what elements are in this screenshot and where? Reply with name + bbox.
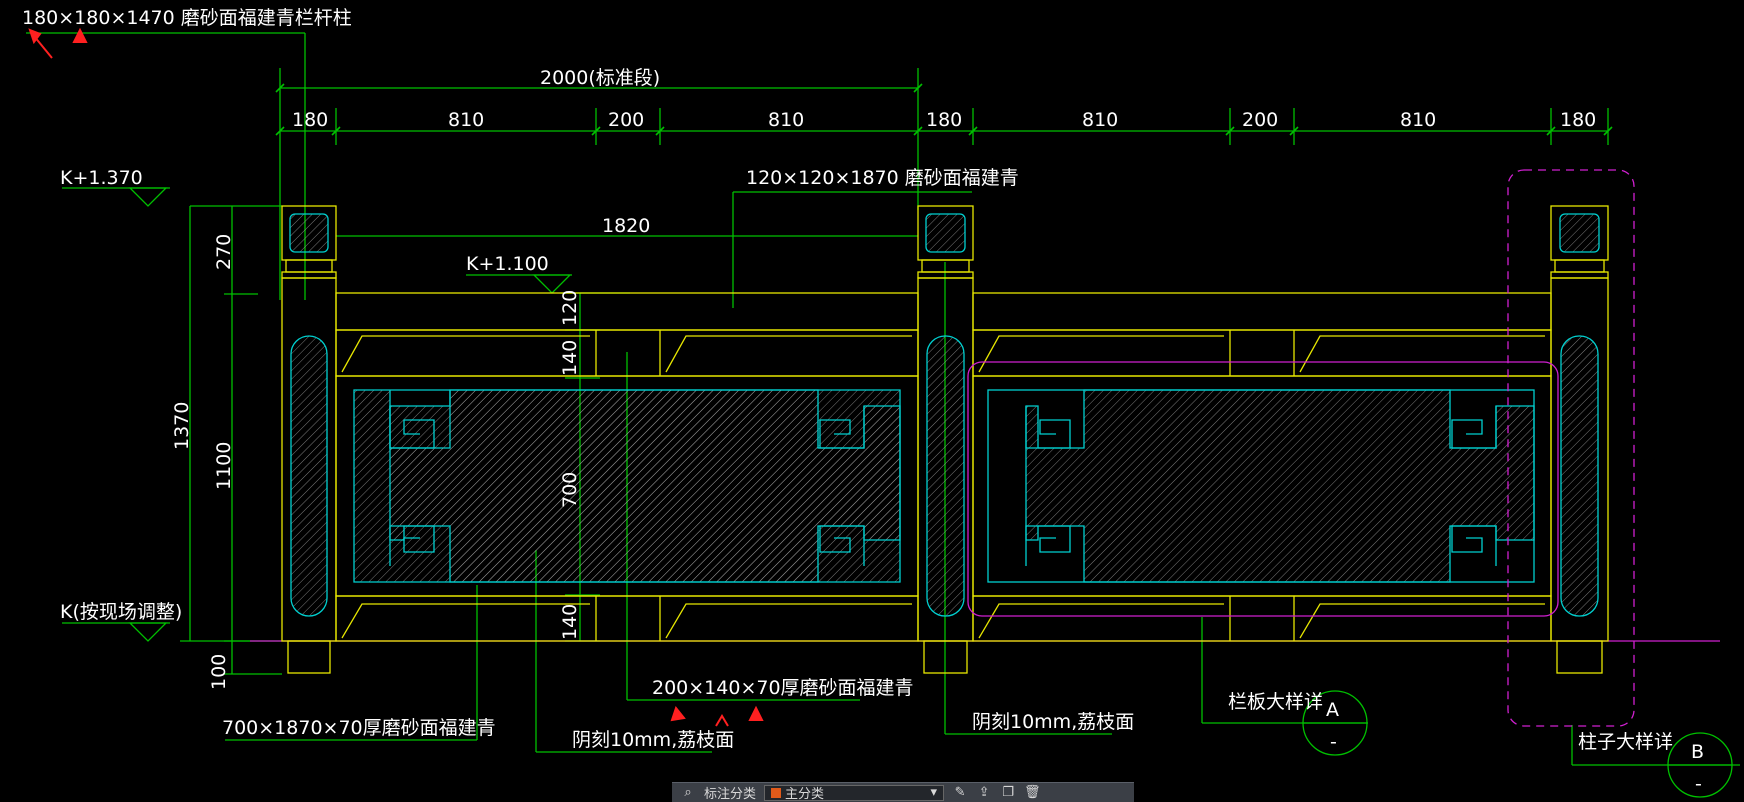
level-base: K(按现场调整) xyxy=(60,601,182,623)
detail-b-id: B xyxy=(1691,741,1704,763)
callout-carve-2: 阴刻10mm,荔枝面 xyxy=(972,711,1134,733)
cad-drawing-canvas[interactable]: 180×180×1470 磨砂面福建青栏杆柱 2000(标准段) 180 810… xyxy=(0,0,1744,802)
vdim-rail-height: 1100 xyxy=(213,442,235,490)
dim-seg-4: 810 xyxy=(768,109,804,131)
detail-b-sub: - xyxy=(1695,773,1702,795)
vdim-lower-band: 140 xyxy=(559,604,581,640)
vdim-post-cap: 270 xyxy=(213,234,235,270)
callout-carve-1: 阴刻10mm,荔枝面 xyxy=(572,729,734,751)
detail-a-id: A xyxy=(1326,699,1339,721)
dim-seg-2: 810 xyxy=(448,109,484,131)
layer-select-value: 主分类 xyxy=(785,787,825,802)
vdim-top-rail: 120 xyxy=(559,290,581,326)
vdim-base: 100 xyxy=(208,654,230,690)
dim-seg-3: 200 xyxy=(608,109,644,131)
layer-select[interactable]: 主分类 ▾ xyxy=(764,784,945,802)
toolbar-label: 标注分类 xyxy=(704,787,757,802)
dim-seg-1: 180 xyxy=(292,109,328,131)
export-icon[interactable]: ⇪ xyxy=(976,785,992,800)
copy-icon[interactable]: ❐ xyxy=(1000,785,1016,800)
level-top: K+1.370 xyxy=(60,167,143,189)
binoculars-icon[interactable]: ⌕ xyxy=(680,785,696,800)
detail-b-label: 柱子大样详 xyxy=(1578,731,1673,753)
dim-seg-6: 810 xyxy=(1082,109,1118,131)
callout-band: 200×140×70厚磨砂面福建青 xyxy=(652,677,914,699)
chevron-down-icon: ▾ xyxy=(930,785,938,800)
top-callout: 180×180×1470 磨砂面福建青栏杆柱 xyxy=(22,7,352,29)
detail-a-label: 栏板大样详 xyxy=(1228,691,1323,713)
dim-seg-8: 810 xyxy=(1400,109,1436,131)
callout-panel-slab: 700×1870×70厚磨砂面福建青 xyxy=(222,717,496,739)
dim-seg-9: 180 xyxy=(1560,109,1596,131)
dim-seg-7: 200 xyxy=(1242,109,1278,131)
level-mid: K+1.100 xyxy=(466,253,549,275)
vdim-upper-band: 140 xyxy=(559,340,581,376)
vdim-panel: 700 xyxy=(559,472,581,508)
dim-overall: 2000(标准段) xyxy=(540,67,660,89)
trash-icon[interactable]: 🗑 xyxy=(1024,785,1041,800)
layer-color-swatch xyxy=(771,787,782,798)
beam-callout: 120×120×1870 磨砂面福建青 xyxy=(746,167,1019,189)
dim-rail-span: 1820 xyxy=(602,215,650,237)
pencil-icon[interactable]: ✎ xyxy=(952,785,968,800)
dim-seg-5: 180 xyxy=(926,109,962,131)
detail-a-sub: - xyxy=(1330,731,1337,753)
annotation-toolbar: ⌕ 标注分类 主分类 ▾ ✎ ⇪ ❐ 🗑 xyxy=(672,782,1134,802)
vdim-total: 1370 xyxy=(171,402,193,450)
